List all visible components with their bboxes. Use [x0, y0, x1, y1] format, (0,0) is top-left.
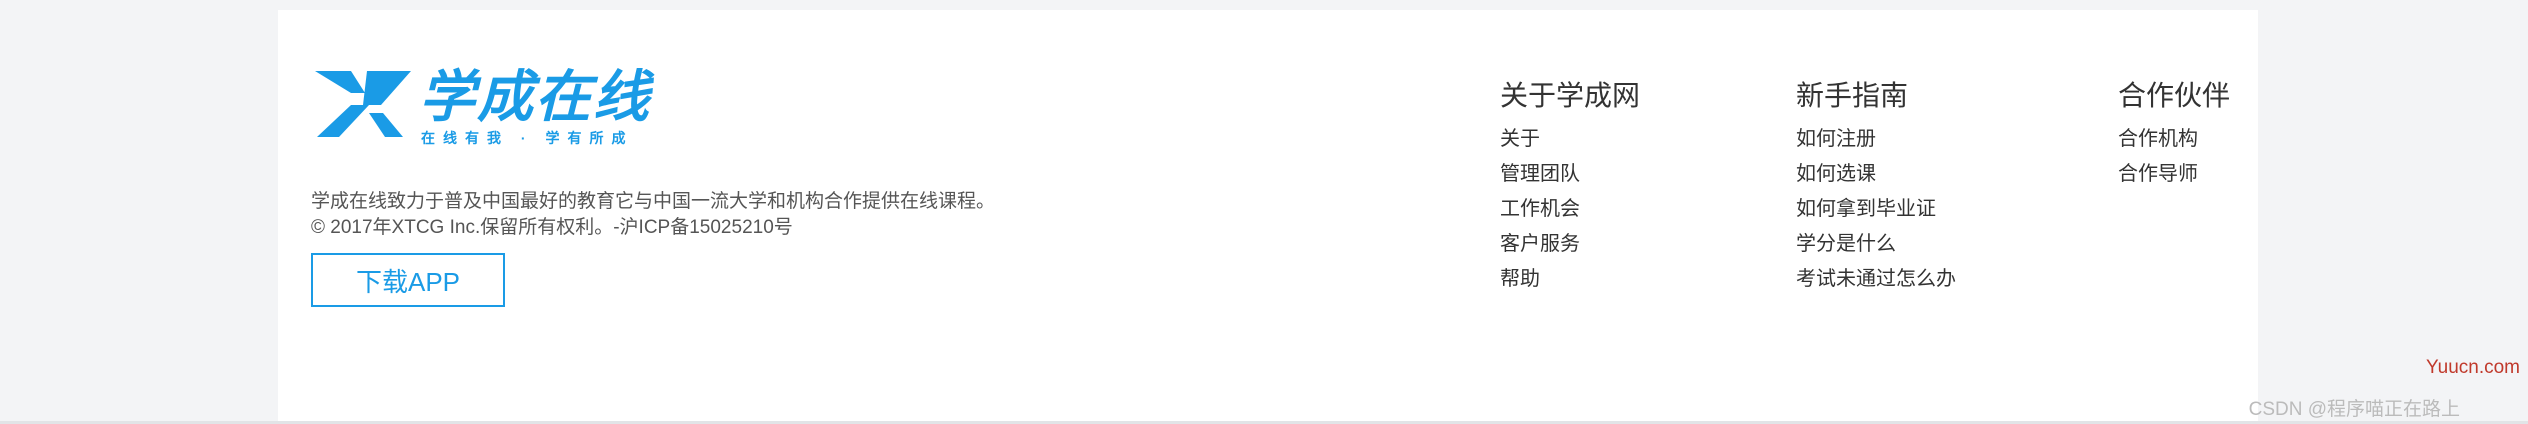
site-logo[interactable]: 学成在线 在线有我 · 学有所成 — [311, 65, 651, 147]
footer-link[interactable]: 合作机构 — [2118, 122, 2230, 157]
footer-link[interactable]: 如何注册 — [1796, 122, 1956, 157]
footer-link[interactable]: 考试未通过怎么办 — [1796, 262, 1956, 297]
footer-link[interactable]: 关于 — [1500, 122, 1640, 157]
watermark-author: CSDN @程序喵正在路上 — [2248, 399, 2460, 420]
copyright-line: © 2017年XTCG Inc.保留所有权利。-沪ICP备15025210号 — [311, 217, 793, 238]
logo-title: 学成在线 — [419, 65, 651, 128]
footer-column-about: 关于学成网 关于 管理团队 工作机会 客户服务 帮助 — [1500, 78, 1640, 297]
logo-slogan: 在线有我 · 学有所成 — [421, 130, 634, 146]
footer-link[interactable]: 管理团队 — [1500, 157, 1640, 192]
footer-link[interactable]: 客户服务 — [1500, 227, 1640, 262]
footer-column-guide: 新手指南 如何注册 如何选课 如何拿到毕业证 学分是什么 考试未通过怎么办 — [1796, 78, 1956, 297]
footer-link[interactable]: 合作导师 — [2118, 157, 2230, 192]
logo-x-mark-icon — [315, 71, 411, 137]
footer-link[interactable]: 帮助 — [1500, 262, 1640, 297]
footer-description: 学成在线致力于普及中国最好的教育它与中国一流大学和机构合作提供在线课程。 © 2… — [311, 189, 995, 241]
description-line: 学成在线致力于普及中国最好的教育它与中国一流大学和机构合作提供在线课程。 — [311, 191, 996, 212]
site-footer: 学成在线 在线有我 · 学有所成 学成在线致力于普及中国最好的教育它与中国一流大… — [278, 10, 2258, 424]
footer-link[interactable]: 学分是什么 — [1796, 227, 1956, 262]
column-title: 合作伙伴 — [2118, 80, 2231, 111]
footer-link[interactable]: 如何拿到毕业证 — [1796, 192, 1956, 227]
footer-link[interactable]: 工作机会 — [1500, 192, 1640, 227]
column-title: 新手指南 — [1796, 80, 1909, 111]
footer-column-partners: 合作伙伴 合作机构 合作导师 — [2118, 78, 2230, 192]
watermark-site: Yuucn.com — [2426, 357, 2520, 378]
footer-link[interactable]: 如何选课 — [1796, 157, 1956, 192]
column-title: 关于学成网 — [1500, 80, 1641, 111]
download-app-button[interactable]: 下载APP — [311, 253, 505, 307]
